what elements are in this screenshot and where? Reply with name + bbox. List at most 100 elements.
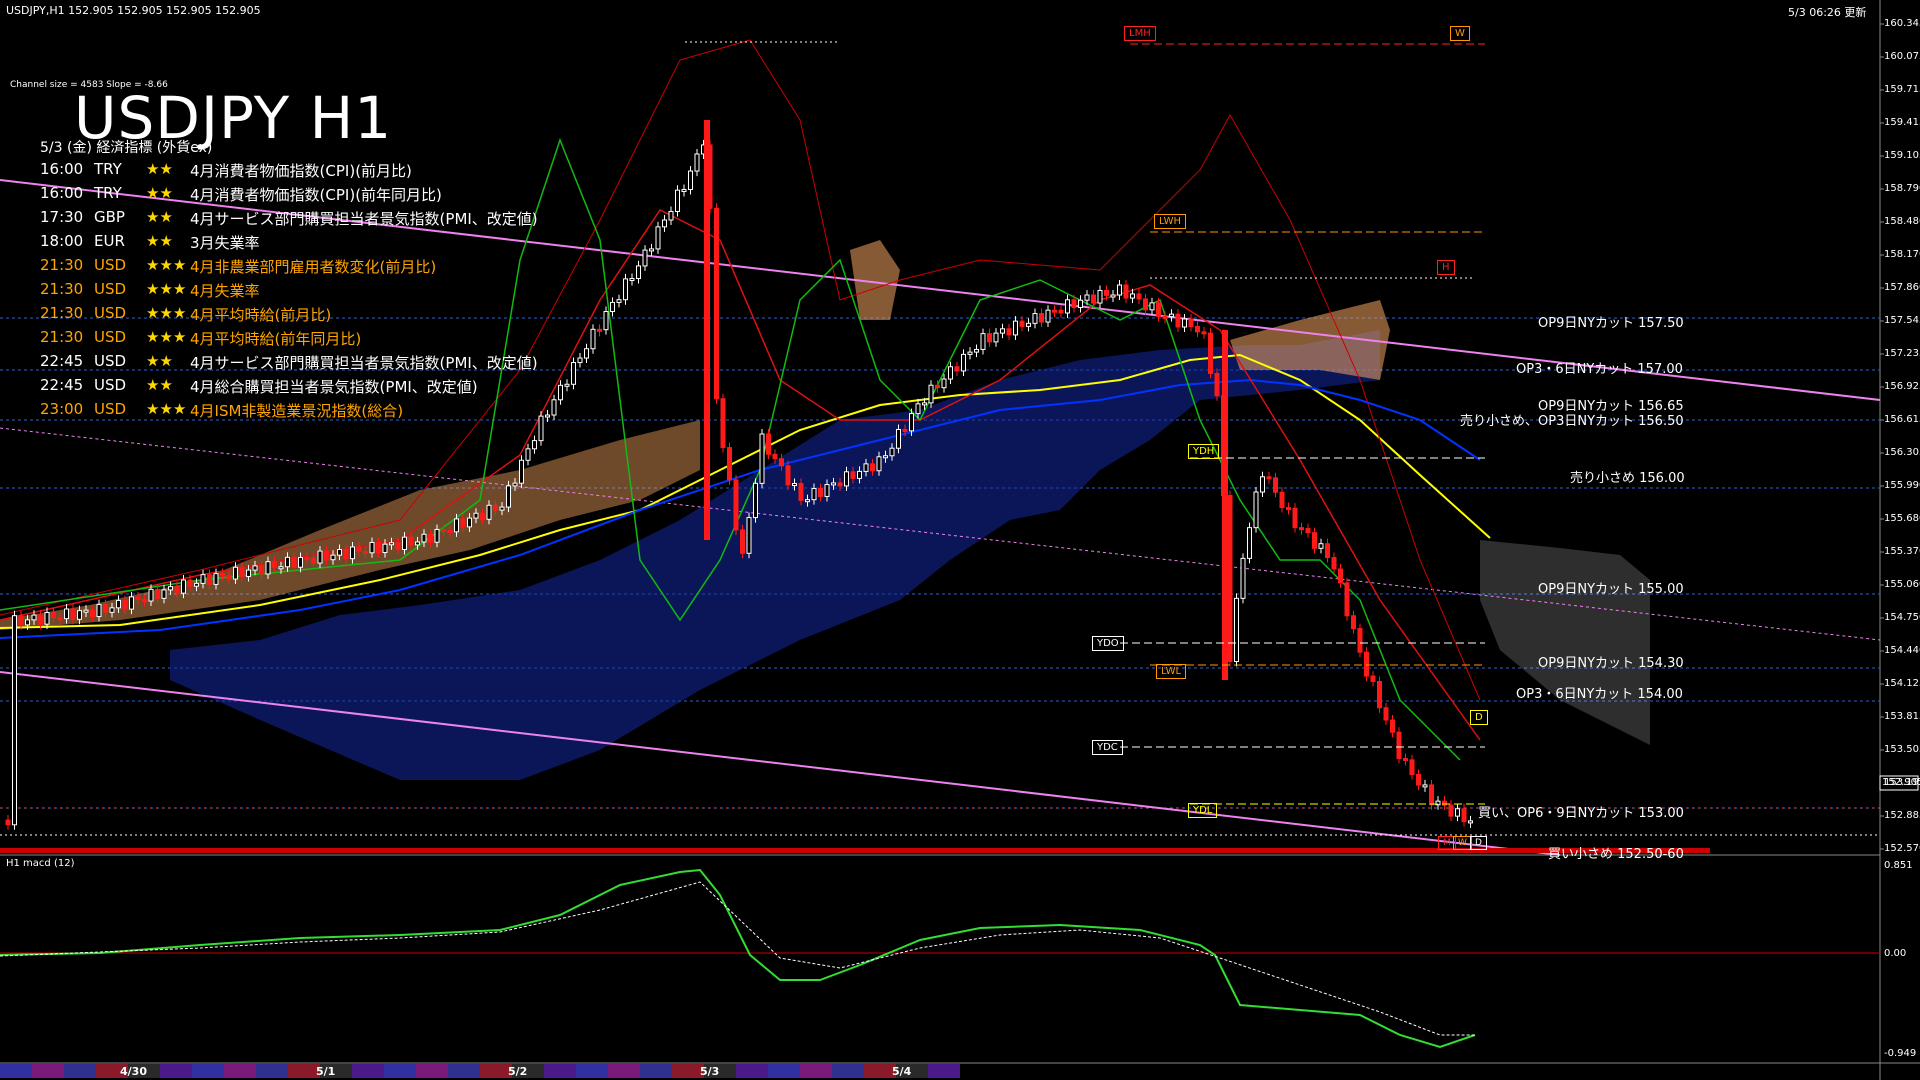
candle [1000,323,1005,339]
cut-label: OP9日NYカット 157.50 [1538,316,1684,331]
spike-candle [704,120,710,540]
date-label: 5/1 [316,1065,336,1078]
date-segment [352,1064,384,1078]
candle [616,294,622,308]
event-name: 4月サービス部門購買担当者景気指数(PMI、改定値) [190,354,538,372]
candle [1364,647,1369,682]
date-label: 5/4 [892,1065,912,1078]
candle [558,380,563,405]
candle [1455,803,1460,822]
candle [1058,305,1064,318]
candle [538,411,544,446]
candle [740,524,745,559]
event-time: 21:30 [40,280,84,298]
price-tick-label: 153.505 [1884,744,1920,755]
candle [759,429,765,489]
candle [642,245,648,271]
d-label: D [1470,710,1488,725]
candle [753,478,758,523]
candle [1117,280,1122,301]
candle [1188,313,1194,332]
date-segment [736,1064,768,1078]
candle [766,429,771,460]
event-name: 4月消費者物価指数(CPI)(前月比) [190,162,412,180]
event-name: 4月サービス部門購買担当者景気指数(PMI、改定値) [190,210,538,228]
candle [733,474,739,535]
candle [1344,577,1350,621]
event-time: 23:00 [40,400,84,418]
event-stars: ★★★ [146,256,187,274]
candle [948,361,953,385]
candle [597,324,602,337]
price-tick-label: 158.170 [1884,249,1920,260]
price-tick-label: 156.305 [1884,447,1920,458]
candle [629,273,635,286]
candle [1279,487,1285,513]
candle [1006,323,1012,340]
w-top-label: W [1450,26,1470,41]
ydl-label: YDL [1188,803,1218,818]
event-ccy: USD [94,352,127,370]
cut-label: 買い、OP6・9日NYカット 153.00 [1478,806,1684,821]
event-time: 22:45 [40,352,84,370]
date-segment [832,1064,864,1078]
candle [993,328,999,347]
date-segment [32,1064,64,1078]
date-segment [0,1064,32,1078]
price-tick-label: 159.415 [1884,117,1920,128]
event-time: 22:45 [40,376,84,394]
event-name: 4月非農業部門雇用者数変化(前月比) [190,258,437,276]
price-tick-label: 157.860 [1884,282,1920,293]
event-stars: ★★★ [146,280,187,298]
candle [974,344,979,358]
date-segment [448,1064,480,1078]
candle [655,221,661,254]
event-ccy: EUR [94,232,125,250]
candle [961,349,966,376]
candle [519,455,524,489]
candle [1208,328,1213,379]
candle [1448,800,1454,822]
candle [1338,563,1343,588]
candle [746,512,752,559]
price-tick-label: 157.235 [1884,348,1920,359]
date-segment [928,1064,960,1078]
date-segment [160,1064,192,1078]
symbol-info: USDJPY,H1 152.905 152.905 152.905 152.90… [6,4,261,17]
cut-label: 買い小さめ 152.50-60 [1548,847,1684,862]
event-stars: ★★ [146,352,173,370]
event-time: 16:00 [40,160,84,178]
candle [1390,714,1395,738]
price-tick-label: 160.345 [1884,18,1920,29]
candle [662,214,667,232]
event-time: 21:30 [40,304,84,322]
candle [1253,487,1259,533]
event-name: 4月失業率 [190,282,260,300]
cut-label: 売り小さめ、OP3日NYカット 156.50 [1460,414,1684,429]
candle [1065,294,1070,318]
candle [694,148,700,177]
event-name: 4月総合購買担当者景気指数(PMI、改定値) [190,378,478,396]
update-time: 5/3 06:26 更新 [1788,6,1867,19]
candle [1396,727,1402,764]
d2-label: D [1470,836,1487,850]
candle [1409,754,1415,780]
candle [1110,290,1116,303]
cut-label: OP9日NYカット 155.00 [1538,582,1684,597]
candle [623,273,628,305]
candle [649,243,654,256]
candle [525,443,531,466]
date-segment [800,1064,832,1078]
macd-axis-bottom: -0.949 [1884,1048,1917,1059]
candle [1214,368,1220,401]
chart-window: USDJPY,H1 152.905 152.905 152.905 152.90… [0,0,1920,1080]
candle [12,610,17,830]
cut-label: OP3・6日NYカット 154.00 [1516,687,1683,702]
price-tick-label: 156.615 [1884,414,1920,425]
event-time: 18:00 [40,232,84,250]
date-segment [224,1064,256,1078]
candle [1468,815,1473,828]
candle [1377,676,1382,713]
cut-label: 売り小さめ 156.00 [1570,471,1685,486]
current-price: 152.905 [1882,777,1920,788]
